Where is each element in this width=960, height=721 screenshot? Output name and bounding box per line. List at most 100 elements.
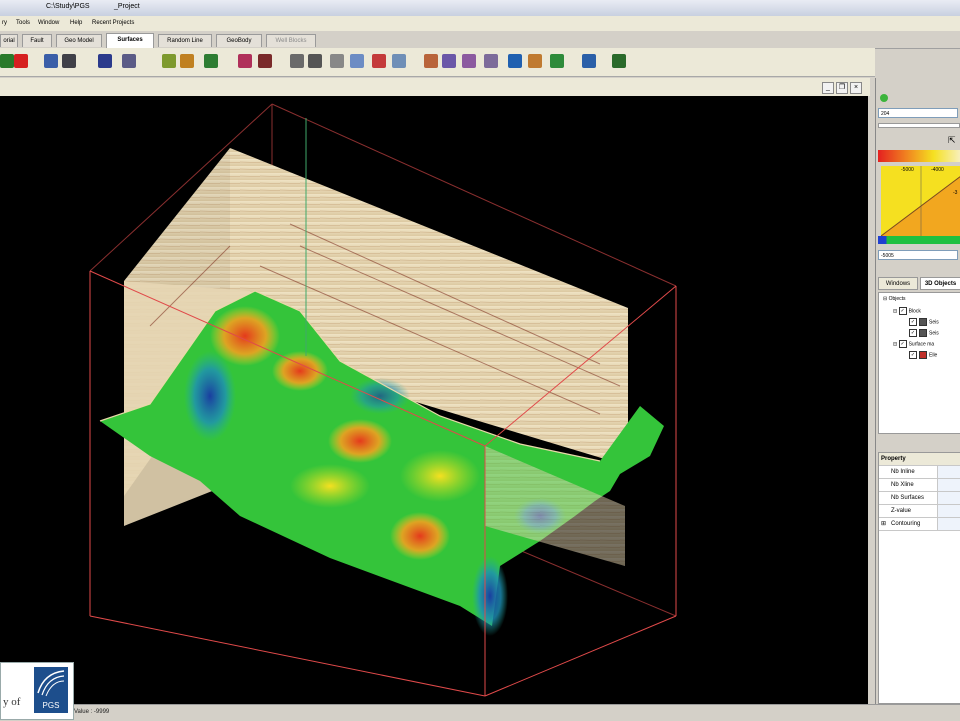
tree-node-seismic-1[interactable]: ✓ Seis — [909, 318, 939, 326]
cursor-icon: ⇱ — [948, 135, 956, 145]
logo-wave-icon — [37, 670, 65, 697]
min-value-field[interactable]: -5005 — [878, 250, 958, 260]
colormap-low-bar — [878, 236, 960, 244]
property-row[interactable]: Z-value — [879, 505, 960, 518]
minimize-button[interactable]: _ — [822, 82, 834, 94]
property-label: Nb Inline — [891, 469, 915, 475]
property-row[interactable]: Nb Inline — [879, 466, 960, 479]
fit-icon[interactable] — [44, 54, 58, 68]
cube-icon[interactable] — [238, 54, 252, 68]
menu-window[interactable]: Window — [38, 20, 59, 26]
tab-windows[interactable]: Windows — [878, 277, 918, 290]
print-icon[interactable] — [484, 54, 498, 68]
tree-label-surface: Surface ma — [908, 341, 935, 348]
colormap-curve — [880, 166, 960, 237]
restore-button[interactable]: ❐ — [836, 82, 848, 94]
tree-node-seismic-2[interactable]: ✓ Seis — [909, 329, 939, 337]
3d-viewport[interactable] — [0, 96, 868, 704]
status-bar: Value : -9999 — [0, 704, 960, 721]
property-value[interactable] — [937, 479, 960, 491]
pick-icon[interactable] — [162, 54, 176, 68]
select-arrow-icon[interactable] — [290, 54, 304, 68]
eye-icon[interactable] — [122, 54, 136, 68]
open-icon[interactable] — [0, 54, 14, 68]
property-row[interactable]: Nb Surfaces — [879, 492, 960, 505]
tab-well-blocks[interactable]: Well Blocks — [266, 34, 316, 47]
checkbox-seismic-1[interactable]: ✓ — [909, 318, 917, 326]
property-value[interactable] — [937, 492, 960, 504]
tree-node-surface[interactable]: ⊟ ✓ Surface ma — [893, 340, 934, 348]
property-value[interactable] — [937, 518, 960, 530]
tab-random-line[interactable]: Random Line — [158, 34, 212, 47]
color-label-2: -4000 — [931, 167, 944, 173]
stop-icon[interactable] — [372, 54, 386, 68]
property-header: Property — [879, 453, 960, 466]
title-project: _Project — [114, 3, 140, 10]
tab-3d-objects[interactable]: 3D Objects — [920, 277, 960, 290]
colormap-editor[interactable]: -5000 -4000 -3 — [880, 166, 960, 237]
export-icon[interactable] — [550, 54, 564, 68]
seismic-3d-scene — [89, 103, 677, 697]
tree-label-surface-child: Elle — [929, 352, 938, 359]
tree-label-seismic-2: Seis — [929, 330, 939, 337]
tab-geobody[interactable]: GeoBody — [216, 34, 262, 47]
color-label-3: -3 — [953, 190, 958, 196]
title-bar: C:\Study\PGS _Project — [0, 0, 960, 16]
stack-icon[interactable] — [462, 54, 476, 68]
delete-icon[interactable] — [14, 54, 28, 68]
tree-node-objects[interactable]: ⊟ Objects — [883, 296, 906, 302]
checkbox-surface-child[interactable]: ✓ — [909, 351, 917, 359]
checkbox-block[interactable]: ✓ — [898, 307, 907, 315]
measure-icon[interactable] — [392, 54, 406, 68]
tree-node-surface-child[interactable]: ✓ Elle — [909, 351, 937, 359]
property-row[interactable]: ⊞ Contouring — [879, 518, 960, 531]
crosshair-icon[interactable] — [308, 54, 322, 68]
tab-surfaces[interactable]: Surfaces — [106, 33, 154, 48]
property-grid: Property Nb Inline Nb Xline Nb Surfaces … — [878, 452, 960, 704]
tool-icon[interactable] — [204, 54, 218, 68]
pgs-logo: y of PGS — [0, 662, 74, 720]
zoom-box-icon[interactable] — [350, 54, 364, 68]
tab-fault[interactable]: Fault — [22, 34, 52, 47]
property-label: Nb Surfaces — [891, 495, 925, 501]
frame-icon[interactable] — [62, 54, 76, 68]
surface-icon — [919, 351, 927, 359]
value-slider[interactable] — [878, 123, 960, 128]
checkbox-surface[interactable]: ✓ — [898, 340, 907, 348]
property-label: Nb Xline — [891, 482, 914, 488]
tab-geo-model[interactable]: Geo Model — [56, 34, 102, 47]
globe-icon[interactable] — [508, 54, 522, 68]
camera-icon[interactable] — [612, 54, 626, 68]
layers-icon[interactable] — [442, 54, 456, 68]
chart-icon[interactable] — [528, 54, 542, 68]
menu-tools[interactable]: Tools — [16, 20, 30, 26]
colormap-bar[interactable] — [878, 150, 960, 162]
close-button[interactable]: × — [850, 82, 862, 94]
color-label-1: -5000 — [901, 167, 914, 173]
property-value[interactable] — [937, 505, 960, 517]
menu-item[interactable]: ry — [2, 20, 7, 26]
property-row[interactable]: Nb Xline — [879, 479, 960, 492]
toolbar — [0, 48, 875, 77]
value-field[interactable]: 204 — [878, 108, 958, 118]
property-value[interactable] — [937, 466, 960, 478]
title-path: C:\Study\PGS — [46, 3, 90, 10]
axis-icon[interactable] — [98, 54, 112, 68]
logo-prefix: y of — [3, 696, 21, 708]
expand-icon[interactable]: ⊞ — [881, 518, 886, 530]
hand-icon[interactable] — [330, 54, 344, 68]
module-tab-bar: orial Fault Geo Model Surfaces Random Li… — [0, 31, 960, 49]
tree-label-seismic-1: Seis — [929, 319, 939, 326]
tree-node-block[interactable]: ⊟ ✓ Block — [893, 307, 921, 315]
seismic-icon[interactable] — [424, 54, 438, 68]
object-tree: ⊟ Objects ⊟ ✓ Block ✓ Seis ✓ Seis ⊟ ✓ Surfac… — [878, 292, 960, 434]
book-icon[interactable] — [258, 54, 272, 68]
menu-recent-projects[interactable]: Recent Projects — [92, 20, 134, 26]
menu-help[interactable]: Help — [70, 20, 82, 26]
paint-icon[interactable] — [180, 54, 194, 68]
tree-label-objects: Objects — [888, 296, 906, 302]
tab-tutorial[interactable]: orial — [0, 34, 18, 47]
property-label: Contouring — [891, 521, 921, 527]
help-icon[interactable] — [582, 54, 596, 68]
checkbox-seismic-2[interactable]: ✓ — [909, 329, 917, 337]
